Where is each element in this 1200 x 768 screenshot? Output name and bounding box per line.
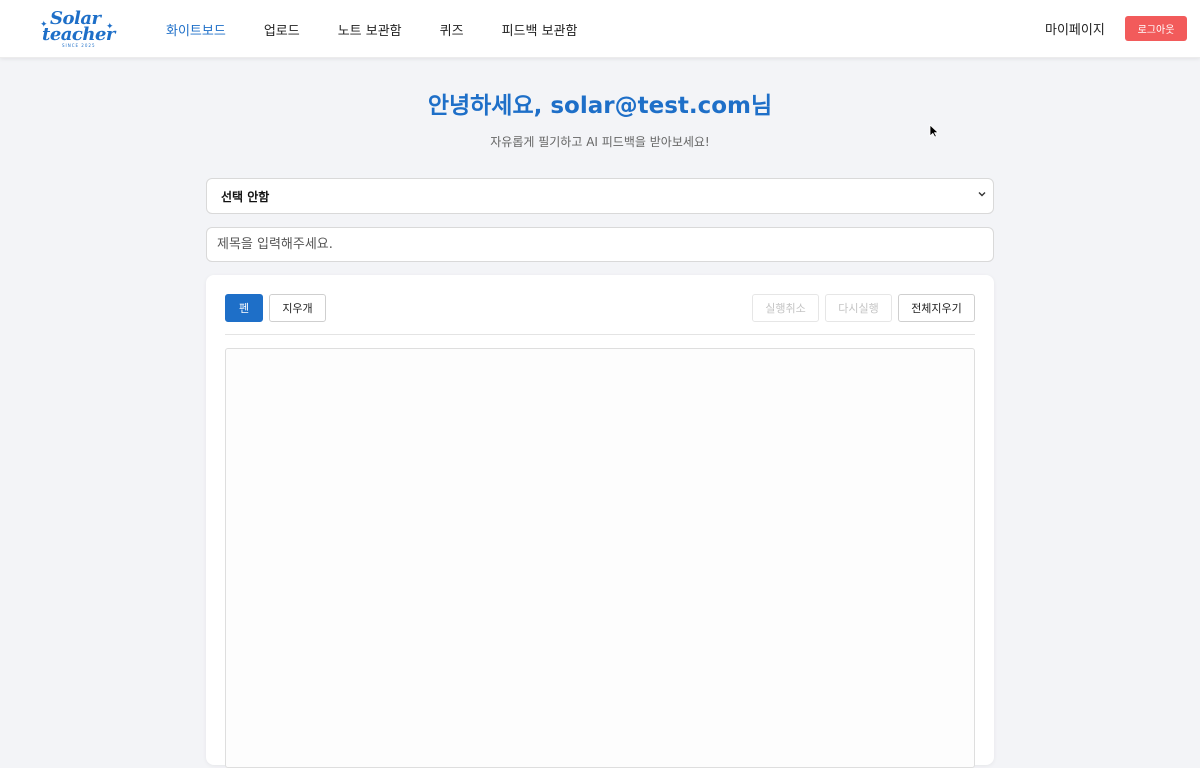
clear-all-button[interactable]: 전체지우기 [898,294,975,322]
whiteboard-card: 펜 지우개 실행취소 다시실행 전체지우기 [206,275,994,768]
greeting-title: 안녕하세요, solar@test.com님 [427,93,773,119]
title-input[interactable] [206,227,994,262]
eraser-button[interactable]: 지우개 [269,294,326,322]
nav-link-upload[interactable]: 업로드 [264,20,300,39]
main-nav: 화이트보드 업로드 노트 보관함 퀴즈 피드백 보관함 [166,0,577,58]
drawing-canvas[interactable] [225,348,975,768]
logout-button[interactable]: 로그아웃 [1125,16,1187,41]
redo-button[interactable]: 다시실행 [825,294,892,322]
nav-link-note-archive[interactable]: 노트 보관함 [338,20,402,39]
nav-link-feedback-archive[interactable]: 피드백 보관함 [502,20,578,39]
nav-link-quiz[interactable]: 퀴즈 [440,20,464,39]
logo-text-line2: teacher [42,24,115,45]
mouse-cursor-icon [929,124,939,138]
note-select-dropdown[interactable]: 선택 안함 [206,178,994,214]
select-value: 선택 안함 [221,189,270,204]
logo-since-text: SINCE 2025 [62,43,96,48]
greeting-subtitle: 자유롭게 필기하고 AI 피드백을 받아보세요! [490,135,710,149]
mypage-link[interactable]: 마이페이지 [1045,19,1105,38]
top-navbar: ✦ Solar ✦ teacher SINCE 2025 화이트보드 업로드 노… [0,0,1200,58]
toolbar-divider [225,334,975,335]
undo-button[interactable]: 실행취소 [752,294,819,322]
pen-button[interactable]: 펜 [225,294,263,322]
solar-teacher-logo[interactable]: ✦ Solar ✦ teacher SINCE 2025 [40,8,120,50]
chevron-down-icon [977,189,987,202]
nav-link-whiteboard[interactable]: 화이트보드 [166,20,226,39]
